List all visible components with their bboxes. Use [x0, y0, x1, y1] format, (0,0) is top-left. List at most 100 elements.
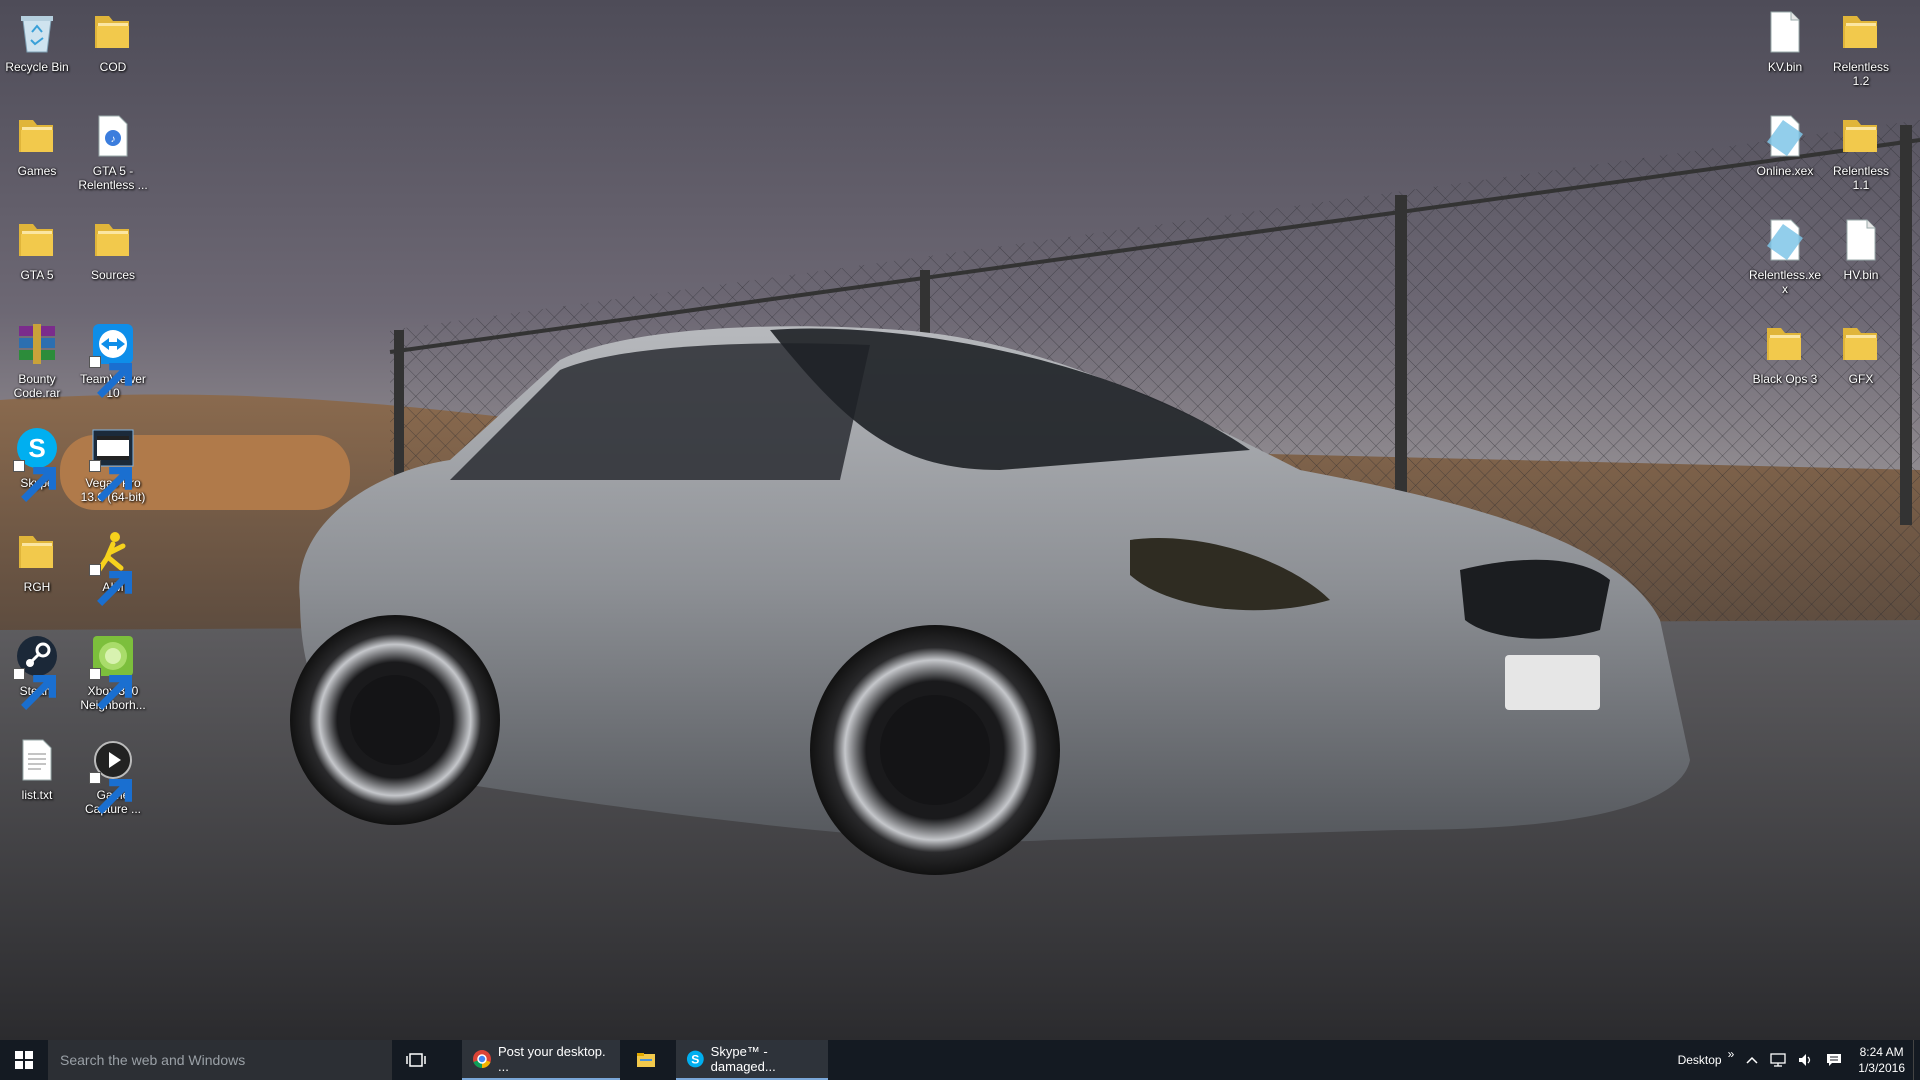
chevron-up-icon[interactable]	[1746, 1055, 1758, 1065]
desktop-icon-label: list.txt	[21, 788, 53, 802]
desktop-toolbar-label[interactable]: Desktop	[1678, 1053, 1722, 1067]
desktop-icon-label: Relentless.xex	[1748, 268, 1822, 296]
teamviewer-icon	[89, 320, 137, 398]
desktop-icon-label: COD	[99, 60, 127, 74]
search-box[interactable]: Search the web and Windows	[48, 1040, 392, 1080]
folder-icon	[1837, 320, 1885, 368]
windows-logo-icon	[15, 1051, 33, 1069]
desktop-icon-label: RGH	[23, 580, 51, 594]
desktop-icon-label: KV.bin	[1767, 60, 1803, 74]
clock[interactable]: 8:24 AM 1/3/2016	[1858, 1044, 1905, 1076]
chrome-icon	[472, 1050, 491, 1068]
game-capture-icon	[89, 736, 137, 814]
folder-icon	[1837, 8, 1885, 56]
skype-icon: S	[686, 1050, 704, 1068]
steam-icon	[13, 632, 61, 710]
clock-date: 1/3/2016	[1858, 1061, 1905, 1075]
desktop-icon-aim[interactable]: AIM	[76, 528, 150, 606]
desktop-icon-label: Relentless 1.2	[1832, 60, 1890, 88]
desktop-icon-cod[interactable]: COD	[76, 8, 150, 74]
xbox-360-icon	[89, 632, 137, 710]
folder-icon	[89, 8, 137, 56]
desktop-icon-xbox-360-neighborh[interactable]: Xbox 360 Neighborh...	[76, 632, 150, 712]
taskbar-app-skype[interactable]: S Skype™ - damaged...	[676, 1040, 828, 1080]
shortcut-arrow-icon	[89, 356, 132, 398]
folder-icon	[1761, 320, 1809, 368]
file-icon	[1837, 216, 1885, 264]
file-icon	[1761, 8, 1809, 56]
text-file-icon	[13, 736, 61, 784]
folder-icon	[1837, 112, 1885, 160]
desktop-icon-label: GTA 5	[20, 268, 54, 282]
desktop-icon-label: Online.xex	[1756, 164, 1814, 178]
desktop-icon-games[interactable]: Games	[0, 112, 74, 178]
desktop-icon-gta-5-relentless[interactable]: ♪ GTA 5 - Relentless ...	[76, 112, 150, 192]
xex-file-icon	[1761, 216, 1809, 264]
desktop-icon-label: GTA 5 - Relentless ...	[78, 164, 148, 192]
desktop-icon-recycle-bin[interactable]: Recycle Bin	[0, 8, 74, 74]
desktop-icon-relentless-xex[interactable]: Relentless.xex	[1748, 216, 1822, 296]
search-placeholder: Search the web and Windows	[60, 1052, 246, 1068]
desktop-icon-bounty-code-rar[interactable]: Bounty Code.rar	[0, 320, 74, 400]
desktop-icon-vegas-pro-13-0-64-bit[interactable]: Vegas Pro 13.0 (64-bit)	[76, 424, 150, 504]
desktop-icon-list-txt[interactable]: list.txt	[0, 736, 74, 802]
desktop-icon-sources[interactable]: Sources	[76, 216, 150, 282]
volume-icon[interactable]	[1798, 1053, 1814, 1067]
desktop-icon-kv-bin[interactable]: KV.bin	[1748, 8, 1822, 74]
desktop-icon-teamviewer-10[interactable]: TeamViewer 10	[76, 320, 150, 400]
shortcut-arrow-icon	[89, 460, 132, 502]
folder-icon	[13, 216, 61, 264]
task-view-button[interactable]	[392, 1040, 440, 1080]
folder-icon	[89, 216, 137, 264]
desktop-icon-label: GFX	[1848, 372, 1874, 386]
start-button[interactable]	[0, 1040, 48, 1080]
desktop-icon-relentless-1-2[interactable]: Relentless 1.2	[1824, 8, 1898, 88]
desktop-icon-steam[interactable]: Steam	[0, 632, 74, 710]
desktop-icon-label: HV.bin	[1843, 268, 1879, 282]
taskbar-app-label: Skype™ - damaged...	[710, 1044, 776, 1074]
network-icon[interactable]	[1770, 1053, 1786, 1067]
taskbar-app-file-explorer[interactable]	[626, 1040, 670, 1080]
desktop-icon-label: Sources	[90, 268, 136, 282]
vegas-pro-icon	[89, 424, 137, 502]
desktop-icon-relentless-1-1[interactable]: Relentless 1.1	[1824, 112, 1898, 192]
desktop-icon-online-xex[interactable]: Online.xex	[1748, 112, 1822, 178]
folder-icon	[13, 528, 61, 576]
xex-file-icon	[1761, 112, 1809, 160]
file-explorer-icon	[637, 1053, 655, 1067]
system-tray: Desktop » 8:24 AM 1/3/2016	[1672, 1040, 1920, 1080]
svg-text:S: S	[691, 1053, 699, 1067]
shortcut-arrow-icon	[89, 564, 132, 606]
desktop-icon-rgh[interactable]: RGH	[0, 528, 74, 594]
desktop-icon-hv-bin[interactable]: HV.bin	[1824, 216, 1898, 282]
desktop-icon-label: Black Ops 3	[1752, 372, 1818, 386]
skype-icon: S	[13, 424, 61, 502]
desktop-wallpaper	[0, 0, 1920, 1040]
desktop-icon-label: Bounty Code.rar	[13, 372, 61, 400]
desktop-icon-label: Relentless 1.1	[1832, 164, 1890, 192]
desktop-icon-black-ops-3[interactable]: Black Ops 3	[1748, 320, 1822, 386]
desktop-icon-label: Games	[17, 164, 57, 178]
desktop-icon-gta-5[interactable]: GTA 5	[0, 216, 74, 282]
toolbar-overflow-button[interactable]: »	[1728, 1047, 1735, 1061]
desktop-icon-game-capture[interactable]: Game Capture ...	[76, 736, 150, 816]
winrar-archive-icon	[13, 320, 61, 368]
desktop-icon-gfx[interactable]: GFX	[1824, 320, 1898, 386]
svg-text:♪: ♪	[111, 134, 116, 145]
taskbar-app-chrome[interactable]: Post your desktop. ...	[462, 1040, 620, 1080]
shortcut-arrow-icon	[13, 460, 56, 502]
clock-time: 8:24 AM	[1859, 1045, 1904, 1059]
shortcut-arrow-icon	[89, 772, 132, 814]
shortcut-arrow-icon	[89, 668, 132, 710]
task-view-icon	[406, 1053, 426, 1067]
desktop-icon-label: Recycle Bin	[5, 60, 69, 74]
action-center-icon[interactable]	[1826, 1053, 1842, 1067]
folder-icon	[13, 112, 61, 160]
svg-text:S: S	[28, 433, 45, 463]
desktop-icon-skype[interactable]: S Skype	[0, 424, 74, 502]
taskbar-app-label: Post your desktop. ...	[497, 1044, 606, 1074]
show-desktop-button[interactable]	[1913, 1040, 1920, 1080]
document-icon: ♪	[89, 112, 137, 160]
aim-icon	[89, 528, 137, 606]
shortcut-arrow-icon	[13, 668, 56, 710]
